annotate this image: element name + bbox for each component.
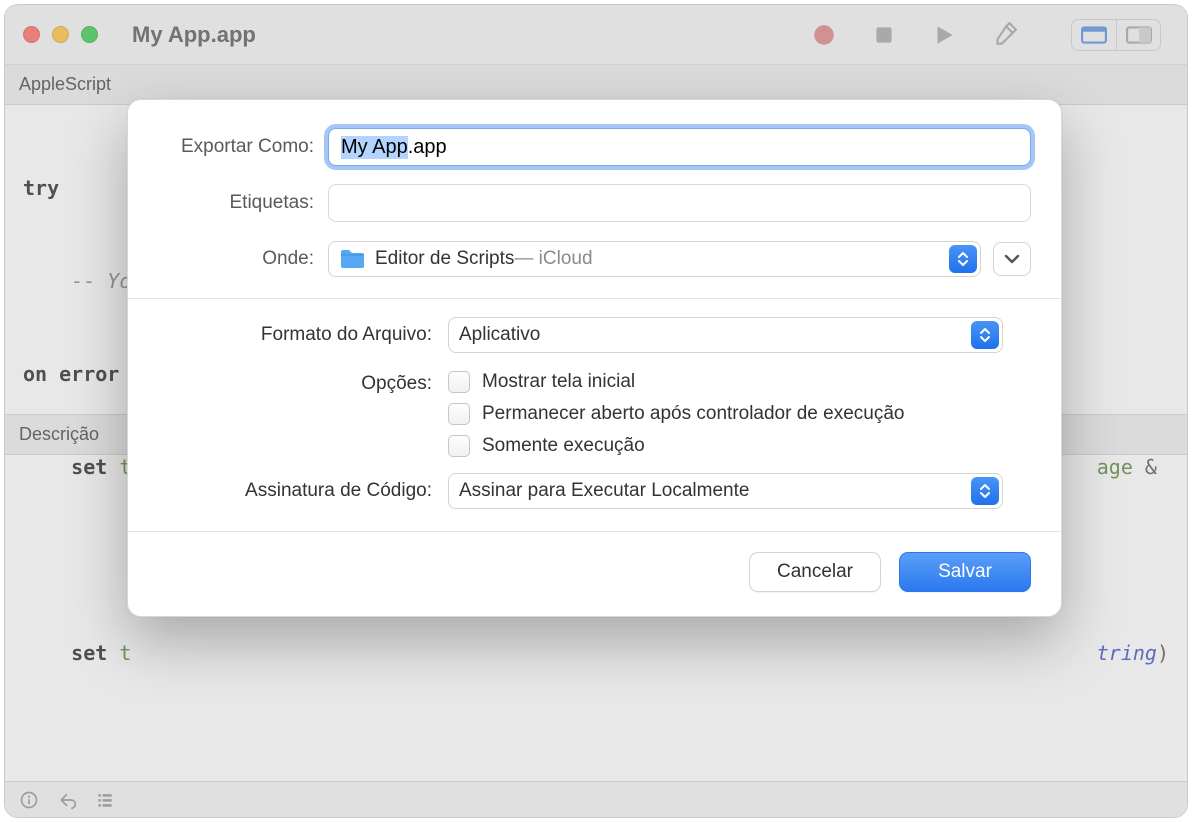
checkbox-icon — [448, 435, 470, 457]
close-window-button[interactable] — [23, 26, 40, 43]
build-icon[interactable] — [991, 22, 1017, 48]
list-icon[interactable] — [93, 788, 117, 812]
where-label: Onde: — [158, 248, 328, 270]
export-sheet: Exportar Como: Etiquetas: Onde: Editor d… — [127, 99, 1062, 617]
undo-icon[interactable] — [55, 788, 79, 812]
popup-stepper-icon — [971, 477, 999, 505]
file-format-value: Aplicativo — [459, 324, 540, 346]
option-label: Permanecer aberto após controlador de ex… — [482, 403, 904, 425]
code-token: age — [1097, 455, 1133, 479]
code-token: t — [119, 641, 131, 665]
checkbox-icon — [448, 403, 470, 425]
code-token: set — [23, 455, 119, 479]
sheet-footer: Cancelar Salvar — [128, 531, 1061, 616]
status-bar — [5, 781, 1187, 817]
view-pane-right-icon[interactable] — [1116, 20, 1160, 50]
zoom-window-button[interactable] — [81, 26, 98, 43]
chevron-down-icon — [1004, 253, 1020, 265]
save-button[interactable]: Salvar — [899, 552, 1031, 592]
code-token: set — [23, 641, 119, 665]
code-token: & — [1133, 455, 1169, 479]
play-icon[interactable] — [931, 22, 957, 48]
expand-save-panel-button[interactable] — [993, 242, 1031, 276]
option-stay-open[interactable]: Permanecer aberto após controlador de ex… — [448, 403, 904, 425]
code-sign-label: Assinatura de Código: — [158, 480, 448, 502]
options-label: Opções: — [158, 369, 448, 395]
export-as-label: Exportar Como: — [158, 136, 328, 158]
save-button-label: Salvar — [938, 561, 992, 583]
tags-input[interactable] — [328, 184, 1031, 222]
option-label: Mostrar tela inicial — [482, 371, 635, 393]
minimize-window-button[interactable] — [52, 26, 69, 43]
where-suffix: — iCloud — [514, 248, 592, 270]
popup-stepper-icon — [971, 321, 999, 349]
description-tab-label: Descrição — [19, 424, 99, 445]
cancel-button-label: Cancelar — [777, 561, 853, 583]
cancel-button[interactable]: Cancelar — [749, 552, 881, 592]
info-icon[interactable] — [17, 788, 41, 812]
code-sign-value: Assinar para Executar Localmente — [459, 480, 749, 502]
window-title: My App.app — [132, 22, 256, 48]
stop-icon[interactable] — [871, 22, 897, 48]
option-run-only[interactable]: Somente execução — [448, 435, 904, 457]
file-format-popup[interactable]: Aplicativo — [448, 317, 1003, 353]
code-sign-popup[interactable]: Assinar para Executar Localmente — [448, 473, 1003, 509]
checkbox-icon — [448, 371, 470, 393]
file-format-label: Formato do Arquivo: — [158, 324, 448, 346]
folder-icon — [339, 248, 365, 270]
code-token: tring — [1097, 641, 1157, 665]
popup-stepper-icon — [949, 245, 977, 273]
view-mode-segment — [1071, 19, 1161, 51]
traffic-lights — [23, 26, 98, 43]
record-icon[interactable] — [811, 22, 837, 48]
titlebar: My App.app — [5, 5, 1187, 65]
code-token: on error — [23, 362, 119, 386]
view-pane-left-icon[interactable] — [1072, 20, 1116, 50]
export-filename-input[interactable] — [328, 128, 1031, 166]
code-token: ) — [1157, 641, 1169, 665]
option-label: Somente execução — [482, 435, 645, 457]
where-popup[interactable]: Editor de Scripts — iCloud — [328, 241, 981, 277]
code-token: try — [23, 176, 59, 200]
tags-label: Etiquetas: — [158, 192, 328, 214]
divider — [128, 298, 1061, 299]
where-folder-name: Editor de Scripts — [375, 248, 514, 270]
toolbar-actions — [811, 19, 1169, 51]
option-show-startup-screen[interactable]: Mostrar tela inicial — [448, 371, 904, 393]
code-comment: -- Yo — [23, 269, 131, 293]
language-tab-label: AppleScript — [19, 74, 111, 95]
